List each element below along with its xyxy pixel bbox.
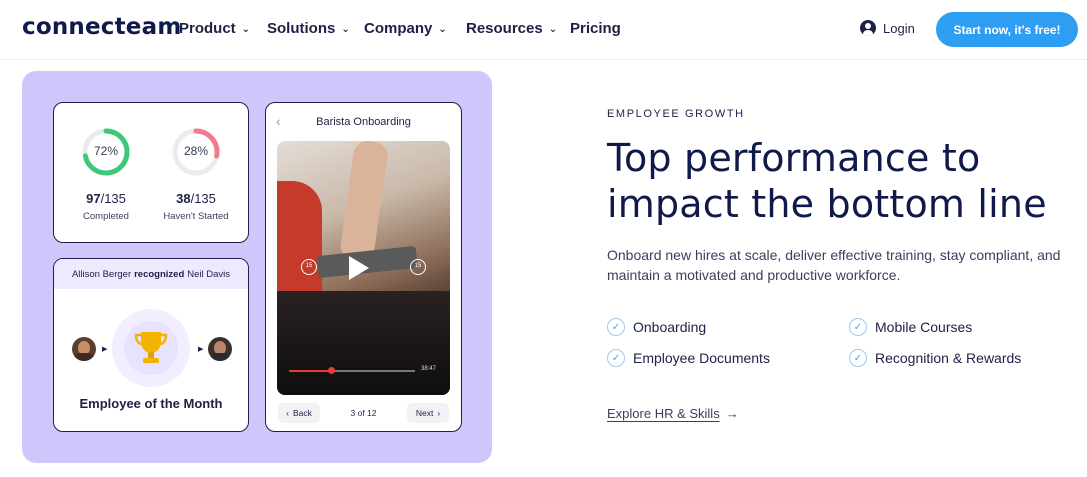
receiver-avatar [208,337,232,361]
nav-resources-label: Resources [466,20,543,37]
not-started-percent: 28% [183,144,209,158]
feature-mobile-courses: ✓ Mobile Courses [849,318,972,336]
arrow-right-icon: ▶ [102,346,108,353]
video-time: 38:47 [421,366,437,372]
explore-hr-skills-link[interactable]: Explore HR & Skills → [607,406,739,421]
trophy-badge [112,309,190,387]
feature-recognition-rewards: ✓ Recognition & Rewards [849,349,1021,367]
course-title: Barista Onboarding [316,116,411,128]
completed-count: 97/135 [86,191,126,206]
forward-icon[interactable]: 15 [410,259,426,275]
trophy-icon [134,332,168,363]
top-navigation: connecteam Product ⌄ Solutions ⌄ Company… [0,0,1087,60]
nav-product[interactable]: Product ⌄ [179,20,250,37]
chevron-down-icon: ⌄ [548,24,558,35]
check-circle-icon: ✓ [849,318,867,336]
award-title: Employee of the Month [79,396,223,411]
nav-pricing-label: Pricing [570,20,621,37]
giver-avatar [72,337,96,361]
nav-solutions-label: Solutions [267,20,336,37]
feature-onboarding: ✓ Onboarding [607,318,706,336]
connecteam-logo[interactable]: connecteam [22,14,182,40]
chevron-down-icon: ⌄ [438,24,447,35]
next-button[interactable]: Next › [407,403,449,423]
login-label: Login [883,20,915,36]
recognition-header: Allison Berger recognized Neil Davis [54,259,248,289]
not-started-count: 38/135 [176,191,216,206]
section-headline: Top performance to impact the bottom lin… [607,136,1047,226]
arrow-right-icon: ▶ [198,346,204,353]
completed-caption: Completed [83,211,129,222]
chevron-right-icon: › [437,408,441,418]
section-description: Onboard new hires at scale, deliver effe… [607,247,1061,283]
play-icon[interactable] [349,256,369,280]
nav-resources[interactable]: Resources ⌄ [466,20,557,37]
completion-stats-card: 72% 28% 97/135 Completed 38/135 Haven't … [53,102,249,243]
check-circle-icon: ✓ [607,349,625,367]
completed-percent: 72% [93,144,119,158]
section-eyebrow: EMPLOYEE GROWTH [607,108,745,120]
chevron-down-icon: ⌄ [341,24,350,35]
start-free-button[interactable]: Start now, it's free! [936,12,1078,47]
login-link[interactable]: Login [860,20,915,36]
nav-product-label: Product [179,20,236,37]
check-circle-icon: ✓ [849,349,867,367]
product-illustration: 72% 28% 97/135 Completed 38/135 Haven't … [22,71,492,463]
nav-pricing[interactable]: Pricing [570,20,621,37]
video-progress-bar[interactable] [289,367,415,374]
user-icon [860,20,876,36]
chevron-down-icon: ⌄ [241,24,251,35]
course-video-card: ‹ Barista Onboarding 15 15 38:47 ‹ Back … [265,102,462,432]
rewind-icon[interactable]: 15 [301,259,317,275]
video-player[interactable]: 15 15 38:47 [277,141,450,395]
nav-company[interactable]: Company ⌄ [364,20,447,37]
not-started-caption: Haven't Started [163,211,229,222]
nav-company-label: Company [364,20,433,37]
check-circle-icon: ✓ [607,318,625,336]
recognition-card: Allison Berger recognized Neil Davis ▶ ▶… [53,258,249,432]
feature-employee-documents: ✓ Employee Documents [607,349,770,367]
nav-solutions[interactable]: Solutions ⌄ [267,20,350,37]
arrow-right-icon: → [725,406,739,421]
